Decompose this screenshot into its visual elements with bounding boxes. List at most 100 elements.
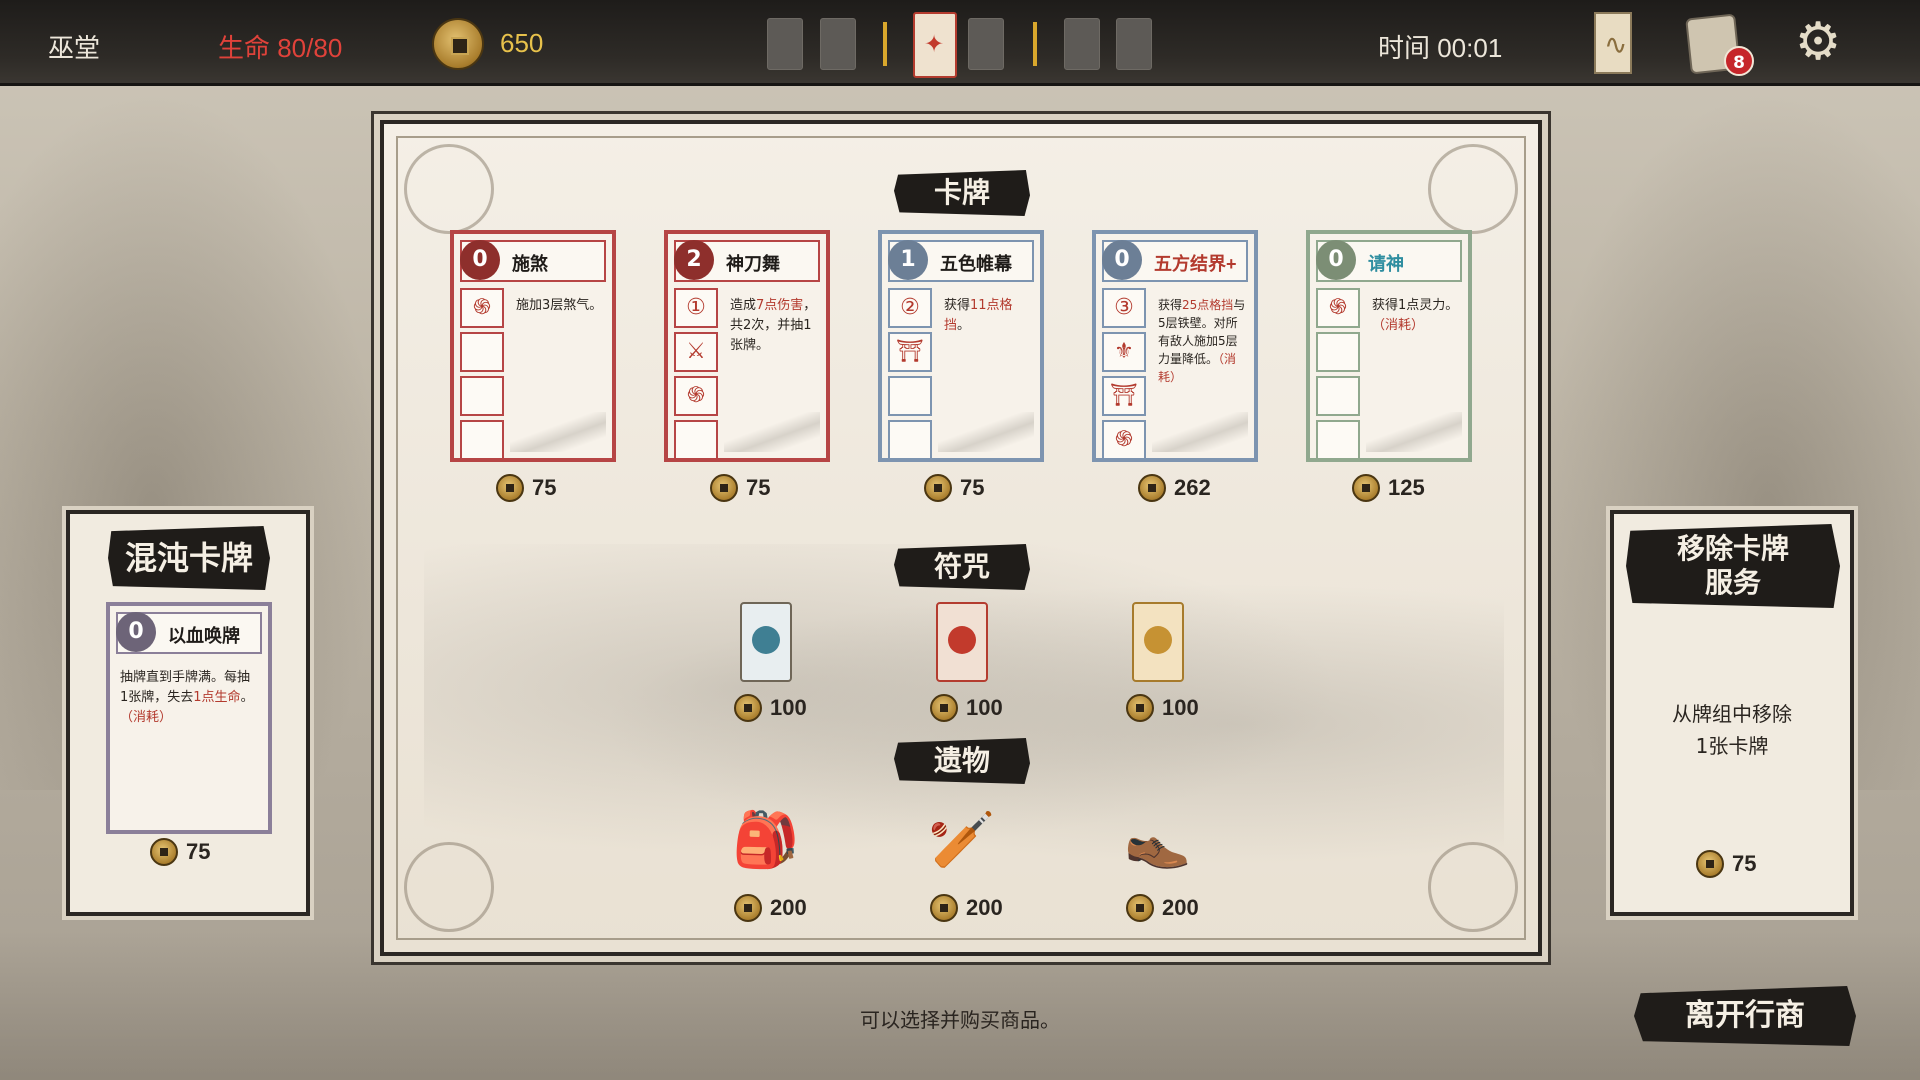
corner-ornament	[404, 842, 494, 932]
card-cost: 0	[116, 612, 156, 652]
coin-icon	[734, 694, 762, 722]
card-name: 以血唤牌	[168, 626, 240, 646]
shop-card[interactable]: 0 五方结界+ ③ ⚜ ⛩ ֍ 获得25点格挡与5层铁壁。对所有敌人施加5层力量…	[1092, 230, 1258, 462]
remove-title-line: 移除卡牌	[1676, 533, 1789, 564]
card-name: 请神	[1368, 254, 1404, 274]
remove-desc-line: 从牌组中移除	[1672, 702, 1792, 726]
deck-count-badge: 8	[1724, 46, 1754, 76]
shop-card[interactable]: 0 施煞 ֍ 施加3层煞气。	[450, 230, 616, 462]
card-desc-highlight: 1点生命	[193, 690, 241, 705]
card-cost: 0	[1102, 240, 1142, 280]
relic-price: 200	[1126, 894, 1199, 922]
coin-icon	[1138, 474, 1166, 502]
card-art	[510, 412, 606, 452]
mace-icon[interactable]: 🏏	[926, 804, 998, 876]
card-name: 五方结界+	[1154, 254, 1237, 274]
corner-ornament	[404, 144, 494, 234]
remove-title-line: 服务	[1704, 567, 1761, 598]
shop-card[interactable]: 2 神刀舞 ① ⚔ ֍ 造成7点伤害，共2次，并抽1张牌。	[664, 230, 830, 462]
chaos-card[interactable]: 0 以血唤牌 抽牌直到手牌满。每抽1张牌，失去1点生命。（消耗）	[106, 602, 272, 834]
earth-talisman-icon[interactable]	[1132, 602, 1184, 682]
chaos-card-price: 75	[150, 838, 210, 866]
talisman-emblem	[752, 626, 780, 654]
coin-icon	[930, 694, 958, 722]
coin-icon	[710, 474, 738, 502]
empty-icon-slot	[888, 420, 932, 460]
talisman-price: 100	[930, 694, 1003, 722]
card-desc-text: 获得1点灵力。	[1372, 298, 1459, 313]
card-description: 抽牌直到手牌满。每抽1张牌，失去1点生命。（消耗）	[120, 668, 258, 728]
card-cost: 1	[888, 240, 928, 280]
empty-icon-slot	[460, 332, 504, 372]
gear-icon[interactable]: ⚙	[1790, 14, 1846, 70]
card-name: 五色帷幕	[940, 254, 1012, 274]
coin-icon	[496, 474, 524, 502]
fire-talisman-icon[interactable]	[936, 602, 988, 682]
card-desc-text: 造成	[730, 298, 757, 313]
card-icon-column: ֍	[1316, 288, 1364, 460]
gate-icon: ⛩	[888, 332, 932, 372]
price-value: 100	[770, 695, 807, 720]
price-value: 262	[1174, 475, 1211, 500]
price-value: 75	[960, 475, 985, 500]
count-icon: ②	[888, 288, 932, 328]
remove-card-panel[interactable]: 移除卡牌 服务 从牌组中移除 1张卡牌 75	[1610, 510, 1854, 916]
map-icon[interactable]	[1594, 12, 1632, 74]
price-value: 75	[1732, 851, 1757, 876]
price-value: 200	[770, 895, 807, 920]
pouch-icon[interactable]: 🎒	[730, 804, 802, 876]
section-title-cards: 卡牌	[894, 170, 1030, 216]
card-icon-column: ② ⛩	[888, 288, 936, 460]
card-icon-column: ֍	[460, 288, 508, 460]
coin-icon	[1126, 694, 1154, 722]
talisman-emblem	[1144, 626, 1172, 654]
coin-icon	[930, 894, 958, 922]
card-slot[interactable]	[1064, 18, 1100, 70]
hint-text: 可以选择并购买商品。	[860, 1008, 1060, 1032]
coin-icon	[1126, 894, 1154, 922]
card-cost: 0	[460, 240, 500, 280]
talisman-price: 100	[734, 694, 807, 722]
shop-card[interactable]: 1 五色帷幕 ② ⛩ 获得11点格挡。	[878, 230, 1044, 462]
empty-icon-slot	[674, 420, 718, 460]
count-icon: ③	[1102, 288, 1146, 328]
card-icon-column: ① ⚔ ֍	[674, 288, 722, 460]
card-slot[interactable]	[767, 18, 803, 70]
water-talisman-icon[interactable]	[740, 602, 792, 682]
card-desc-highlight: 25点格挡	[1182, 298, 1234, 312]
card-cost: 0	[1316, 240, 1356, 280]
relic-price: 200	[930, 894, 1003, 922]
card-desc-tag: （消耗）	[120, 710, 173, 725]
current-card-slot[interactable]	[913, 12, 957, 78]
coin-icon	[1696, 850, 1724, 878]
relic-price: 200	[734, 894, 807, 922]
coin-icon	[924, 474, 952, 502]
card-description: 获得11点格挡。	[944, 296, 1032, 336]
empty-icon-slot	[1316, 332, 1360, 372]
card-art	[1152, 412, 1248, 452]
card-description: 造成7点伤害，共2次，并抽1张牌。	[730, 296, 818, 356]
card-price: 75	[710, 474, 770, 502]
swirl-icon: ֍	[1316, 288, 1360, 328]
hit-count-icon: ①	[674, 288, 718, 328]
card-slot[interactable]	[968, 18, 1004, 70]
section-title-talismans: 符咒	[894, 544, 1030, 590]
card-description: 获得1点灵力。 （消耗）	[1372, 296, 1460, 336]
leave-shop-button[interactable]: 离开行商	[1634, 986, 1856, 1046]
card-cost: 2	[674, 240, 714, 280]
card-slot[interactable]	[1116, 18, 1152, 70]
price-value: 125	[1388, 475, 1425, 500]
character-name: 巫堂	[48, 33, 101, 63]
shoes-icon[interactable]: 👞	[1122, 804, 1194, 876]
card-desc-text: 获得	[944, 298, 971, 313]
card-price: 75	[924, 474, 984, 502]
remove-card-price: 75	[1696, 850, 1756, 878]
empty-icon-slot	[1316, 376, 1360, 416]
card-icon-column: ③ ⚜ ⛩ ֍	[1102, 288, 1150, 460]
gold-amount: 650	[500, 28, 544, 58]
card-slot[interactable]	[820, 18, 856, 70]
empty-icon-slot	[460, 420, 504, 460]
card-description: 获得25点格挡与5层铁壁。对所有敌人施加5层力量降低。（消耗）	[1158, 296, 1246, 386]
shop-card[interactable]: 0 请神 ֍ 获得1点灵力。 （消耗）	[1306, 230, 1472, 462]
card-art	[938, 412, 1034, 452]
